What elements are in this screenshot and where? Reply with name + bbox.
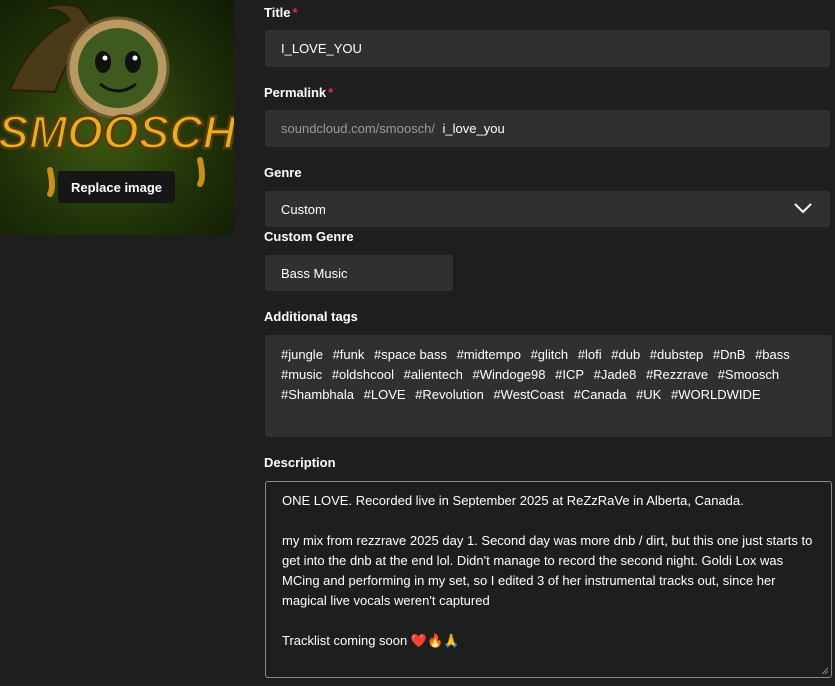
custom-genre-value: Bass Music	[281, 266, 348, 281]
tag: #midtempo	[456, 347, 521, 362]
description-label: Description	[264, 455, 336, 470]
tag: #jungle	[281, 347, 323, 362]
tag: #glitch	[530, 347, 569, 362]
description-textarea[interactable]: ONE LOVE. Recorded live in September 202…	[265, 481, 832, 678]
tag: #ICP	[555, 367, 585, 382]
resize-handle-icon[interactable]	[819, 665, 829, 675]
custom-genre-input[interactable]: Bass Music	[265, 255, 453, 291]
tag: #dub	[611, 347, 641, 362]
tag: #dubstep	[649, 347, 704, 362]
permalink-value: i_love_you	[442, 121, 505, 136]
tag: #WestCoast	[493, 387, 565, 402]
tag: #Jade8	[593, 367, 637, 382]
custom-genre-label: Custom Genre	[264, 229, 354, 244]
tag: #funk	[332, 347, 365, 362]
tag: #UK	[636, 387, 662, 402]
tag: #LOVE	[363, 387, 406, 402]
permalink-label-text: Permalink	[264, 85, 327, 100]
track-edit-page: SMOOSCH Replace image Title * I_LOVE_YOU …	[0, 0, 835, 686]
tag: #space bass	[374, 347, 447, 362]
tag: #Rezzrave	[645, 367, 709, 382]
title-label: Title *	[264, 5, 298, 20]
title-label-text: Title	[264, 5, 291, 20]
genre-selected-value: Custom	[281, 202, 326, 217]
title-input[interactable]: I_LOVE_YOU	[265, 30, 830, 67]
description-line: ONE LOVE. Recorded live in September 202…	[282, 493, 744, 508]
permalink-input[interactable]: soundcloud.com/smoosch/ i_love_you	[265, 110, 830, 147]
genre-select[interactable]: Custom	[265, 191, 830, 227]
tag: #DnB	[712, 347, 746, 362]
permalink-prefix: soundcloud.com/smoosch/	[281, 121, 435, 136]
tag: #bass	[755, 347, 790, 362]
tag: #Smoosch	[717, 367, 780, 382]
tag: #WORLDWIDE	[670, 387, 761, 402]
title-value: I_LOVE_YOU	[281, 41, 362, 56]
additional-tags-input[interactable]: #jungle #funk #space bass #midtempo #gli…	[265, 335, 832, 437]
tag: #music	[281, 367, 323, 382]
track-artwork: SMOOSCH Replace image	[0, 0, 234, 235]
tag: #lofi	[577, 347, 602, 362]
tag: #Canada	[573, 387, 627, 402]
tag: #alientech	[403, 367, 463, 382]
chevron-down-icon	[794, 203, 812, 214]
logo-text: SMOOSCH	[0, 106, 234, 158]
required-mark: *	[292, 5, 298, 20]
required-mark: *	[328, 85, 334, 100]
replace-image-button[interactable]: Replace image	[58, 171, 175, 203]
tag: #Windoge98	[472, 367, 546, 382]
genre-label: Genre	[264, 165, 302, 180]
description-line: my mix from rezzrave 2025 day 1. Second …	[282, 533, 813, 608]
description-line: Tracklist coming soon ❤️🔥🙏	[282, 633, 460, 648]
permalink-label: Permalink *	[264, 85, 333, 100]
additional-tags-label: Additional tags	[264, 309, 358, 324]
tag: #Shambhala	[281, 387, 354, 402]
tag: #oldshcool	[331, 367, 394, 382]
tag: #Revolution	[415, 387, 484, 402]
